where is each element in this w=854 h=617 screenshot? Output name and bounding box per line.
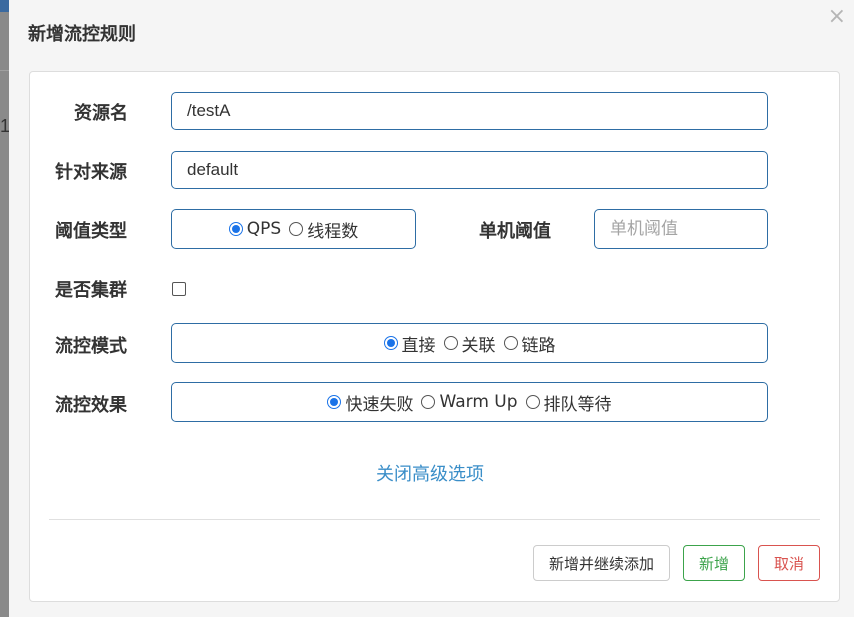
cancel-button[interactable]: 取消: [758, 545, 820, 581]
control-effect-group: 快速失败 Warm Up 排队等待: [171, 382, 768, 422]
radio-queue-wait-circle[interactable]: [525, 395, 540, 409]
control-mode-group: 直接 关联 链路: [171, 323, 768, 363]
cluster-mode-label: 是否集群: [55, 280, 127, 301]
radio-thread-count[interactable]: 线程数: [289, 217, 358, 242]
limit-source-input[interactable]: default: [171, 151, 768, 189]
radio-associated-label: 关联: [461, 335, 496, 356]
control-mode-label: 流控模式: [55, 336, 127, 357]
radio-warm-up-label: Warm Up: [439, 392, 518, 412]
background-digit: 1: [0, 116, 9, 136]
radio-fast-fail-label: 快速失败: [345, 394, 414, 415]
radio-warm-up[interactable]: Warm Up: [421, 392, 518, 412]
dialog-title: 新增流控规则: [28, 24, 136, 45]
radio-queue-wait[interactable]: 排队等待: [525, 390, 612, 415]
radio-qps[interactable]: QPS: [228, 219, 282, 239]
radio-warm-up-circle[interactable]: [421, 395, 436, 409]
footer-divider: [49, 519, 820, 520]
control-effect-label: 流控效果: [55, 395, 127, 416]
close-advanced-options-link[interactable]: 关闭高级选项: [376, 460, 484, 486]
close-icon[interactable]: ×: [828, 6, 846, 28]
radio-thread-count-label: 线程数: [307, 221, 359, 242]
radio-associated-circle[interactable]: [443, 336, 458, 350]
cluster-mode-checkbox[interactable]: [172, 282, 186, 296]
single-threshold-input[interactable]: 单机阈值: [594, 209, 768, 249]
radio-thread-count-circle[interactable]: [289, 222, 304, 236]
add-and-continue-button[interactable]: 新增并继续添加: [533, 545, 670, 581]
threshold-type-group: QPS 线程数: [171, 209, 416, 249]
radio-queue-wait-label: 排队等待: [543, 394, 612, 415]
add-flow-rule-dialog: 新增流控规则 × 资源名 /testA 针对来源 default 阈值类型 QP…: [9, 0, 854, 617]
radio-chain-label: 链路: [521, 335, 556, 356]
add-button[interactable]: 新增: [683, 545, 745, 581]
form-panel: 资源名 /testA 针对来源 default 阈值类型 QPS 线程数 单机阈…: [29, 71, 840, 602]
radio-fast-fail[interactable]: 快速失败: [327, 390, 413, 415]
radio-direct-label: 直接: [401, 335, 436, 356]
resource-name-label: 资源名: [74, 103, 128, 124]
radio-direct-circle[interactable]: [383, 336, 398, 350]
single-threshold-label: 单机阈值: [479, 221, 551, 242]
radio-qps-circle[interactable]: [228, 222, 243, 236]
radio-qps-label: QPS: [246, 219, 282, 239]
radio-direct[interactable]: 直接: [383, 331, 436, 356]
limit-source-label: 针对来源: [55, 162, 127, 183]
radio-chain-circle[interactable]: [503, 336, 518, 350]
radio-associated[interactable]: 关联: [443, 331, 496, 356]
radio-chain[interactable]: 链路: [503, 331, 556, 356]
threshold-type-label: 阈值类型: [55, 221, 127, 242]
radio-fast-fail-circle[interactable]: [327, 395, 342, 409]
resource-name-input[interactable]: /testA: [171, 92, 768, 130]
background-divider: [0, 70, 9, 71]
background-tab: [0, 0, 9, 12]
